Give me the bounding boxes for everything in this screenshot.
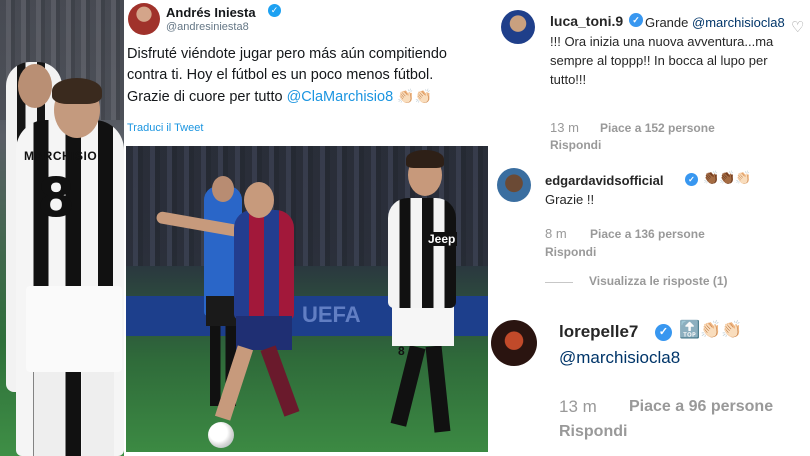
tweet-author-avatar[interactable] — [128, 3, 160, 35]
reply-button[interactable]: Rispondi — [550, 138, 601, 152]
comment-avatar-lorepelle[interactable] — [491, 320, 537, 366]
comment-avatar-luca-toni[interactable] — [501, 10, 535, 44]
reply-button[interactable]: Rispondi — [559, 423, 627, 441]
heart-icon[interactable]: ♡ — [791, 18, 804, 36]
tweet-body-line-3-text: Grazie di cuore per tutto — [127, 89, 287, 105]
top-clapping-icon: 🔝👏🏻👏🏻 — [679, 320, 743, 339]
marchisio-hair — [52, 78, 102, 104]
football — [208, 422, 234, 448]
instagram-comments: luca_toni.9 ✓ Grande @marchisiocla8 !!! … — [491, 0, 810, 456]
marchisio-figure — [388, 198, 456, 308]
marchisio-shorts — [392, 306, 454, 346]
tweet-body: Disfruté viéndote jugar pero más aún com… — [127, 44, 493, 108]
shirt-number: 8 — [37, 166, 75, 229]
marchisio-leg — [390, 345, 426, 427]
tweet-body-line-1: Disfruté viéndote jugar pero más aún com… — [127, 46, 447, 62]
clapping-hands-icon: 👏🏾👏🏾👏🏻 — [703, 170, 752, 185]
iniesta-head — [244, 182, 274, 218]
clapping-hands-icon: 👏🏻👏🏻 — [397, 88, 433, 104]
comment-text-prefix: Grande — [645, 15, 689, 30]
tweet-author-name[interactable]: Andrés Iniesta — [166, 5, 256, 20]
shirt-name: MARCHISIO — [24, 149, 98, 163]
comment-time[interactable]: 13 m — [559, 397, 597, 417]
verified-badge-icon: ✓ — [268, 4, 281, 17]
tweet-photo[interactable]: UEFA Jeep 8 — [126, 146, 488, 452]
comment-likes[interactable]: Piace a 136 persone — [590, 227, 705, 241]
comment-avatar-edgar-davids[interactable] — [497, 168, 531, 202]
comment-text-suffix: !!! Ora inizia una nuova avventura...ma … — [550, 34, 774, 87]
comment-likes[interactable]: Piace a 96 persone — [629, 398, 773, 416]
tweet-body-line-3: Grazie di cuore per tutto @ClaMarchisio8… — [127, 86, 493, 108]
iniesta-figure — [234, 210, 294, 320]
marchisio-leg — [425, 345, 451, 433]
teammate-head — [18, 64, 52, 108]
tweet-author-handle[interactable]: @andresiniesta8 — [166, 21, 249, 33]
marchisio-hair — [406, 150, 444, 168]
iniesta-shorts — [236, 316, 292, 350]
reply-button[interactable]: Rispondi — [545, 245, 596, 259]
comment-text: Grande @marchisiocla8 !!! Ora inizia una… — [550, 13, 790, 89]
shirt-sponsor: Jeep — [426, 232, 458, 246]
verified-badge-icon: ✓ — [655, 324, 672, 341]
tweet-body-line-2: contra ti. Hoy el fútbol es un poco meno… — [127, 67, 434, 83]
comment-mention-link[interactable]: @marchisiocla8 — [559, 348, 680, 368]
comment-username[interactable]: lorepelle7 — [559, 322, 638, 342]
marchisio-shorts — [26, 286, 122, 372]
comment-time[interactable]: 13 m — [550, 120, 579, 135]
board-text: UEFA — [302, 302, 361, 327]
view-replies-link[interactable]: Visualizza le risposte (1) — [589, 274, 728, 288]
iniesta-leg — [260, 345, 300, 417]
collage: MARCHISIO 8 Andrés Iniesta ✓ @andresinie… — [0, 0, 810, 456]
replies-divider — [545, 282, 573, 283]
marchisio-photo: MARCHISIO 8 — [0, 0, 124, 456]
comment-text: Grazie !! — [545, 192, 595, 207]
tweet-card: Andrés Iniesta ✓ @andresiniesta8 Disfrut… — [124, 0, 496, 456]
verified-badge-icon: ✓ — [685, 173, 698, 186]
comment-likes[interactable]: Piace a 152 persone — [600, 121, 715, 135]
shorts-number: 8 — [398, 344, 405, 358]
marchisio-legs — [34, 372, 114, 456]
tweet-mention-link[interactable]: @ClaMarchisio8 — [287, 89, 394, 105]
translate-tweet-link[interactable]: Traduci il Tweet — [127, 122, 203, 134]
referee-head — [212, 176, 234, 202]
comment-time[interactable]: 8 m — [545, 226, 567, 241]
comment-username[interactable]: edgardavidsofficial — [545, 173, 663, 188]
comment-mention-link[interactable]: @marchisiocla8 — [692, 15, 785, 30]
